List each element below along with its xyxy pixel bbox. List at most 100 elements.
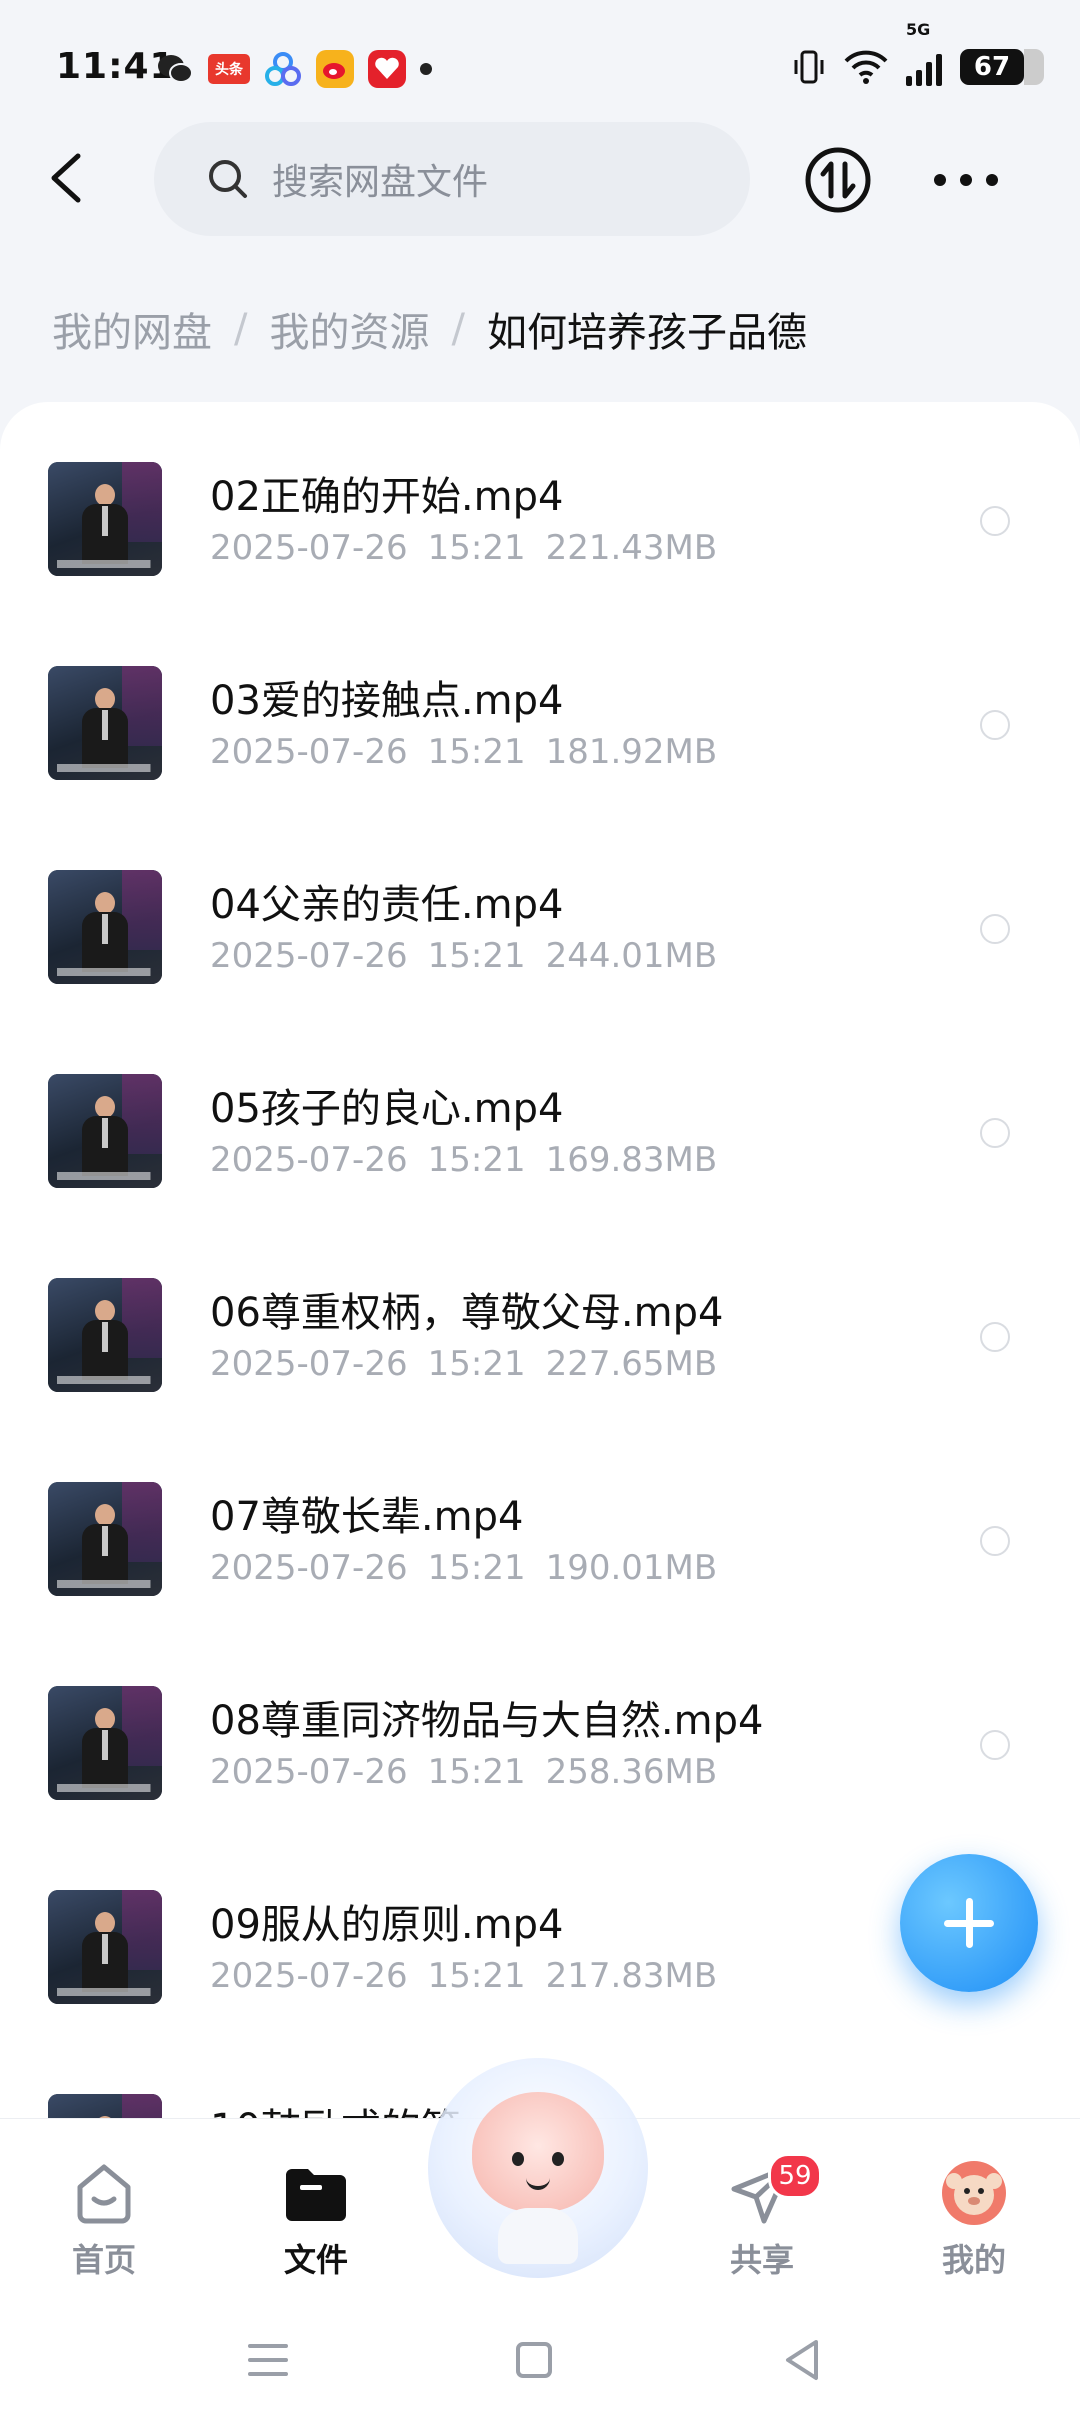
file-size: 169.83MB bbox=[545, 1140, 718, 1180]
file-meta: 2025-07-26 15:21 258.36MB bbox=[210, 1752, 717, 1792]
more-button[interactable] bbox=[934, 148, 998, 212]
jd-icon bbox=[368, 50, 406, 88]
video-thumbnail bbox=[48, 1686, 162, 1800]
home-nav-button[interactable] bbox=[508, 2334, 560, 2386]
file-date: 2025-07-26 bbox=[210, 936, 408, 976]
header: 搜索网盘文件 bbox=[0, 120, 1080, 240]
file-row[interactable]: 04父亲的责任.mp4 2025-07-26 15:21 244.01MB bbox=[0, 810, 1080, 1014]
file-time: 15:21 bbox=[427, 528, 526, 568]
file-meta: 2025-07-26 15:21 244.01MB bbox=[210, 936, 717, 976]
file-row[interactable]: 07尊敬长辈.mp4 2025-07-26 15:21 190.01MB bbox=[0, 1422, 1080, 1626]
mascot-body-icon bbox=[498, 2208, 578, 2264]
video-thumbnail bbox=[48, 1890, 162, 2004]
file-name: 03爱的接触点.mp4 bbox=[210, 678, 564, 724]
back-nav-button[interactable] bbox=[776, 2334, 828, 2386]
baidu-netdisk-icon bbox=[264, 50, 302, 88]
file-row[interactable]: 03爱的接触点.mp4 2025-07-26 15:21 181.92MB bbox=[0, 606, 1080, 810]
file-name: 02正确的开始.mp4 bbox=[210, 474, 564, 520]
back-button[interactable] bbox=[40, 148, 100, 208]
file-row[interactable]: 06尊重权柄，尊敬父母.mp4 2025-07-26 15:21 227.65MB bbox=[0, 1218, 1080, 1422]
search-input[interactable]: 搜索网盘文件 bbox=[154, 122, 750, 236]
file-time: 15:21 bbox=[427, 1956, 526, 1996]
file-meta: 2025-07-26 15:21 221.43MB bbox=[210, 528, 717, 568]
toutiao-label: 头条 bbox=[215, 62, 243, 78]
vibrate-icon bbox=[794, 50, 824, 84]
tab-files-label: 文件 bbox=[283, 2241, 348, 2279]
file-name: 07尊敬长辈.mp4 bbox=[210, 1494, 524, 1540]
file-date: 2025-07-26 bbox=[210, 1548, 408, 1588]
file-time: 15:21 bbox=[427, 1548, 526, 1588]
home-icon bbox=[70, 2159, 138, 2227]
tab-share-label: 共享 bbox=[729, 2241, 794, 2279]
more-dot-icon bbox=[960, 174, 972, 186]
file-time: 15:21 bbox=[427, 1752, 526, 1792]
select-radio[interactable] bbox=[980, 1730, 1010, 1760]
more-dot-icon bbox=[934, 174, 946, 186]
video-thumbnail bbox=[48, 666, 162, 780]
file-date: 2025-07-26 bbox=[210, 1956, 408, 1996]
menu-button[interactable] bbox=[242, 2334, 294, 2386]
file-date: 2025-07-26 bbox=[210, 1140, 408, 1180]
ai-assistant-button[interactable] bbox=[428, 2058, 648, 2278]
add-button[interactable] bbox=[900, 1854, 1038, 1992]
tab-home[interactable]: 首页 bbox=[24, 2141, 184, 2291]
select-radio[interactable] bbox=[980, 506, 1010, 536]
file-row[interactable]: 08尊重同济物品与大自然.mp4 2025-07-26 15:21 258.36MB bbox=[0, 1626, 1080, 1830]
video-thumbnail bbox=[48, 1074, 162, 1188]
weibo-icon bbox=[316, 50, 354, 88]
search-placeholder: 搜索网盘文件 bbox=[272, 162, 489, 203]
tab-mine[interactable]: 我的 bbox=[894, 2141, 1054, 2291]
wifi-icon bbox=[844, 50, 888, 84]
video-thumbnail bbox=[48, 2094, 162, 2120]
file-name: 05孩子的良心.mp4 bbox=[210, 1086, 564, 1132]
file-size: 244.01MB bbox=[545, 936, 718, 976]
file-time: 15:21 bbox=[427, 936, 526, 976]
file-name: 10鼓励式的管 bbox=[210, 2096, 461, 2120]
breadcrumb-separator: / bbox=[234, 306, 248, 352]
tab-files[interactable]: 文件 bbox=[236, 2141, 396, 2291]
file-row[interactable]: 05孩子的良心.mp4 2025-07-26 15:21 169.83MB bbox=[0, 1014, 1080, 1218]
wechat-icon bbox=[156, 50, 194, 88]
status-bar: 11:41 头条 5G 67 bbox=[0, 0, 1080, 140]
file-size: 221.43MB bbox=[545, 528, 718, 568]
file-meta: 2025-07-26 15:21 190.01MB bbox=[210, 1548, 717, 1588]
file-date: 2025-07-26 bbox=[210, 1752, 408, 1792]
file-row[interactable]: 02正确的开始.mp4 2025-07-26 15:21 221.43MB bbox=[0, 402, 1080, 606]
tab-home-label: 首页 bbox=[71, 2241, 136, 2279]
toutiao-icon: 头条 bbox=[208, 54, 250, 84]
file-list: 02正确的开始.mp4 2025-07-26 15:21 221.43MB 03爱的… bbox=[0, 402, 1080, 2120]
file-meta: 2025-07-26 15:21 227.65MB bbox=[210, 1344, 717, 1384]
file-size: 181.92MB bbox=[545, 732, 718, 772]
select-radio[interactable] bbox=[980, 710, 1010, 740]
file-name: 04父亲的责任.mp4 bbox=[210, 882, 564, 928]
share-badge: 59 bbox=[768, 2153, 822, 2199]
breadcrumb-separator: / bbox=[451, 306, 465, 352]
file-size: 258.36MB bbox=[545, 1752, 718, 1792]
network-type: 5G bbox=[906, 20, 931, 39]
video-thumbnail bbox=[48, 1278, 162, 1392]
more-dot-icon bbox=[986, 174, 998, 186]
video-thumbnail bbox=[48, 462, 162, 576]
tab-mine-label: 我的 bbox=[941, 2241, 1006, 2279]
file-name: 09服从的原则.mp4 bbox=[210, 1902, 564, 1948]
file-meta: 2025-07-26 15:21 169.83MB bbox=[210, 1140, 717, 1180]
select-radio[interactable] bbox=[980, 1526, 1010, 1556]
file-date: 2025-07-26 bbox=[210, 732, 408, 772]
breadcrumb: 我的网盘 / 我的资源 / 如何培养孩子品德 bbox=[52, 300, 807, 358]
tab-share[interactable]: 59 共享 bbox=[682, 2141, 842, 2291]
system-nav-bar bbox=[0, 2308, 1080, 2412]
file-name: 06尊重权柄，尊敬父母.mp4 bbox=[210, 1290, 724, 1336]
breadcrumb-item-my-resources[interactable]: 我的资源 bbox=[269, 300, 429, 358]
file-meta: 2025-07-26 15:21 181.92MB bbox=[210, 732, 717, 772]
select-radio[interactable] bbox=[980, 1322, 1010, 1352]
file-date: 2025-07-26 bbox=[210, 528, 408, 568]
chevron-left-icon bbox=[51, 153, 81, 203]
notification-icons: 头条 bbox=[156, 50, 432, 88]
file-size: 227.65MB bbox=[545, 1344, 718, 1384]
breadcrumb-current: 如何培养孩子品德 bbox=[486, 310, 807, 356]
select-radio[interactable] bbox=[980, 1118, 1010, 1148]
breadcrumb-item-my-netdisk[interactable]: 我的网盘 bbox=[52, 300, 212, 358]
transfer-button[interactable] bbox=[804, 146, 872, 214]
select-radio[interactable] bbox=[980, 914, 1010, 944]
menu-icon bbox=[248, 2344, 288, 2376]
